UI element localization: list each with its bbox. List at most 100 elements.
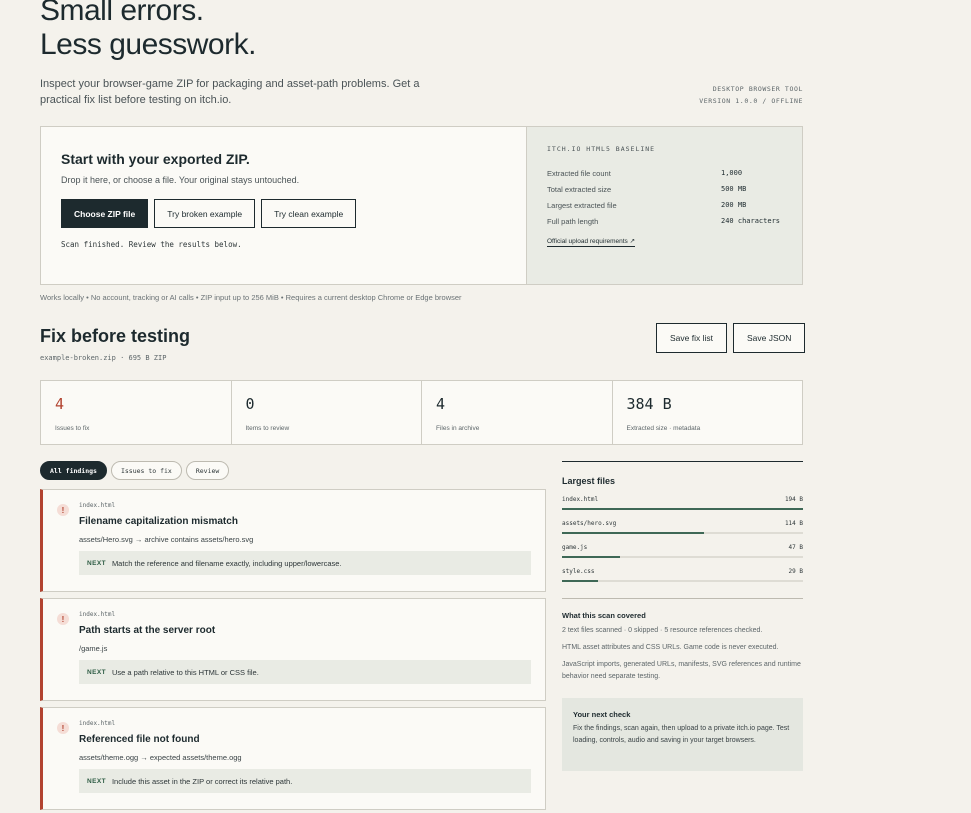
file-name: style.css (562, 568, 595, 575)
baseline-value: 1,000 (721, 169, 743, 177)
findings-filter-tabs: All findings Issues to fix Review (40, 461, 230, 480)
baseline-value: 240 characters (721, 217, 781, 225)
finding-next-step: NEXT Include this asset in the ZIP or co… (79, 769, 531, 793)
size-bar-track (562, 508, 803, 510)
next-check-panel: Your next check Fix the findings, scan a… (562, 698, 803, 771)
hero-subtitle: Inspect your browser-game ZIP for packag… (40, 78, 420, 106)
finding-title: Referenced file not found (79, 734, 200, 745)
next-check-body: Fix the findings, scan again, then uploa… (573, 725, 790, 744)
finding-file: index.html (79, 720, 116, 727)
baseline-key: Total extracted size (547, 184, 612, 194)
largest-file-row: style.css 29 B (562, 568, 803, 582)
privacy-footnote: Works locally • No account, tracking or … (40, 293, 462, 302)
size-bar-fill (562, 580, 598, 582)
finding-card: ! index.html Filename capitalization mis… (40, 489, 546, 592)
finding-file: index.html (79, 502, 116, 509)
stat-value: 0 (245, 395, 255, 413)
save-fix-list-button[interactable]: Save fix list (656, 323, 727, 353)
try-broken-example-button[interactable]: Try broken example (154, 199, 256, 228)
file-size: 194 B (784, 496, 803, 503)
largest-file-row: assets/hero.svg 114 B (562, 520, 803, 534)
baseline-value: 500 MB (721, 185, 747, 193)
size-bar-fill (562, 556, 621, 558)
largest-file-row: index.html 194 B (562, 496, 803, 510)
upload-description: Drop it here, or choose a file. Your ori… (61, 175, 300, 185)
stat-files: 4 Files in archive (422, 381, 613, 444)
upload-requirements-link[interactable]: Official upload requirements ↗ (547, 237, 636, 247)
baseline-key: Largest extracted file (547, 200, 617, 210)
finding-file: index.html (79, 611, 116, 618)
finding-next-step: NEXT Use a path relative to this HTML or… (79, 660, 531, 684)
tab-issues-to-fix[interactable]: Issues to fix (110, 461, 182, 480)
upload-title: Start with your exported ZIP. (61, 151, 250, 167)
file-size: 114 B (784, 520, 803, 527)
stat-label: Extracted size · metadata (626, 425, 701, 432)
tab-review[interactable]: Review (185, 461, 230, 480)
finding-detail: /game.js (79, 644, 108, 653)
results-title: Fix before testing (40, 326, 191, 346)
tool-meta: DESKTOP BROWSER TOOL VERSION 1.0.0 / OFF… (699, 83, 803, 107)
next-tag: NEXT (87, 559, 106, 567)
coverage-limits: JavaScript imports, generated URLs, mani… (562, 661, 801, 680)
baseline-panel: ITCH.IO HTML5 BASELINE Extracted file co… (526, 127, 802, 284)
baseline-key: Extracted file count (547, 168, 611, 178)
upload-panel: Start with your exported ZIP. Drop it he… (41, 127, 526, 284)
finding-detail: assets/theme.ogg → expected assets/theme… (79, 753, 242, 762)
save-json-button[interactable]: Save JSON (733, 323, 806, 353)
divider (562, 461, 803, 462)
upload-actions: Choose ZIP file Try broken example Try c… (61, 199, 506, 228)
next-text: Use a path relative to this HTML or CSS … (111, 667, 259, 677)
file-name: game.js (562, 544, 588, 551)
coverage-title: What this scan covered (562, 611, 646, 620)
stat-value: 384 B (626, 395, 672, 413)
scan-status: Scan finished. Review the results below. (61, 240, 242, 249)
largest-files-title: Largest files (562, 476, 616, 486)
hero-title-line2: Less guesswork. (40, 28, 256, 61)
size-bar-fill (562, 532, 704, 534)
stat-review: 0 Items to review (232, 381, 422, 444)
stat-issues: 4 Issues to fix (41, 381, 232, 444)
next-text: Include this asset in the ZIP or correct… (111, 776, 293, 786)
alert-icon: ! (57, 613, 69, 625)
stat-label: Items to review (245, 425, 290, 432)
choose-zip-button[interactable]: Choose ZIP file (61, 199, 149, 228)
alert-icon: ! (57, 722, 69, 734)
finding-card: ! index.html Referenced file not found a… (40, 707, 546, 810)
tab-all-findings[interactable]: All findings (40, 461, 107, 480)
stat-label: Issues to fix (55, 425, 90, 432)
file-size: 29 B (788, 568, 803, 575)
baseline-value: 200 MB (721, 201, 747, 209)
results-file-name: example-broken.zip · 695 B ZIP (40, 354, 167, 362)
largest-file-row: game.js 47 B (562, 544, 803, 558)
coverage-scope: HTML asset attributes and CSS URLs. Game… (562, 644, 779, 651)
hero-title-line1: Small errors. (40, 0, 204, 27)
baseline-row: Largest extracted file 200 MB (547, 197, 782, 213)
tool-meta-version: VERSION 1.0.0 / OFFLINE (699, 97, 803, 105)
baseline-table: Extracted file count 1,000 Total extract… (547, 165, 782, 229)
baseline-row: Full path length 240 characters (547, 213, 782, 229)
baseline-title: ITCH.IO HTML5 BASELINE (547, 145, 656, 153)
file-name: index.html (562, 496, 599, 503)
file-size: 47 B (788, 544, 803, 551)
finding-title: Filename capitalization mismatch (79, 516, 238, 527)
next-text: Match the reference and filename exactly… (111, 558, 342, 568)
save-actions: Save fix list Save JSON (656, 323, 806, 353)
size-bar-track (562, 532, 803, 534)
upload-dropzone[interactable]: Start with your exported ZIP. Drop it he… (40, 126, 803, 285)
next-check-title: Your next check (573, 710, 631, 719)
size-bar-fill (562, 508, 803, 510)
results-sidebar: Largest files index.html 194 B assets/he… (562, 461, 803, 771)
baseline-row: Extracted file count 1,000 (547, 165, 782, 181)
file-name: assets/hero.svg (562, 520, 617, 527)
finding-card: ! index.html Path starts at the server r… (40, 598, 546, 701)
baseline-row: Total extracted size 500 MB (547, 181, 782, 197)
alert-icon: ! (57, 504, 69, 516)
stats-bar: 4 Issues to fix 0 Items to review 4 File… (40, 380, 803, 445)
findings-list: ! index.html Filename capitalization mis… (40, 489, 546, 813)
finding-next-step: NEXT Match the reference and filename ex… (79, 551, 531, 575)
try-clean-example-button[interactable]: Try clean example (261, 199, 357, 228)
size-bar-track (562, 580, 803, 582)
tool-meta-type: DESKTOP BROWSER TOOL (712, 85, 803, 93)
size-bar-track (562, 556, 803, 558)
divider (562, 598, 803, 599)
